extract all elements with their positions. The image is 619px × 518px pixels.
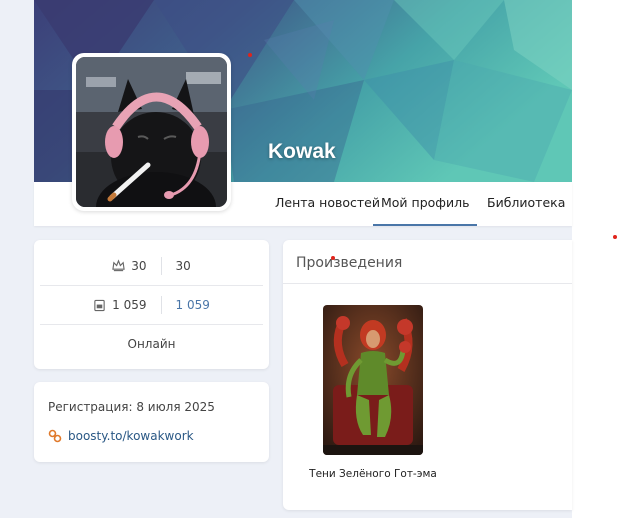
marker-dot <box>613 235 617 239</box>
marker-dot <box>331 256 335 260</box>
stat-books-right: 1 059 <box>162 298 224 312</box>
marker-dot <box>248 53 252 57</box>
stat-books-secondary-value: 1 059 <box>175 298 210 312</box>
stat-rank-left: 30 <box>98 259 160 273</box>
crown-icon <box>112 259 125 272</box>
avatar[interactable] <box>72 53 231 211</box>
boosty-link[interactable]: boosty.to/kowakwork <box>48 429 194 443</box>
page-right-background <box>572 0 619 518</box>
online-status: Онлайн <box>127 337 176 351</box>
stat-books-left: 1 059 <box>79 298 160 312</box>
stat-row-status: Онлайн <box>40 324 263 363</box>
stat-books-value: 1 059 <box>112 298 147 312</box>
works-header: Произведения <box>283 240 572 284</box>
book-title[interactable]: Тени Зелёного Гот-эма <box>303 467 443 481</box>
tab-news-feed[interactable]: Лента новостей <box>275 182 380 226</box>
registration-date: Регистрация: 8 июля 2025 <box>48 400 215 414</box>
profile-username: Kowak <box>268 140 336 163</box>
info-card: Регистрация: 8 июля 2025 boosty.to/kowak… <box>34 382 269 462</box>
works-card: Произведения Тени Зелёного Гот-эма <box>283 240 572 510</box>
tab-my-profile[interactable]: Мой профиль <box>373 182 478 226</box>
tab-library[interactable]: Библиотека <box>487 182 565 226</box>
book-icon <box>94 299 105 311</box>
avatar-image <box>76 57 227 207</box>
stat-rank-right: 30 <box>162 259 205 273</box>
book-cover[interactable] <box>323 305 423 455</box>
link-icon <box>48 429 62 443</box>
book-cover-image <box>323 305 423 455</box>
stat-rank-secondary-value: 30 <box>175 258 191 273</box>
boosty-link-text[interactable]: boosty.to/kowakwork <box>68 429 194 443</box>
stat-row-books: 1 059 1 059 <box>40 285 263 324</box>
stat-rank-value: 30 <box>131 258 147 273</box>
stat-row-rank: 30 30 <box>40 246 263 285</box>
stats-card: 30 30 1 059 1 059 Онлайн <box>34 240 269 369</box>
